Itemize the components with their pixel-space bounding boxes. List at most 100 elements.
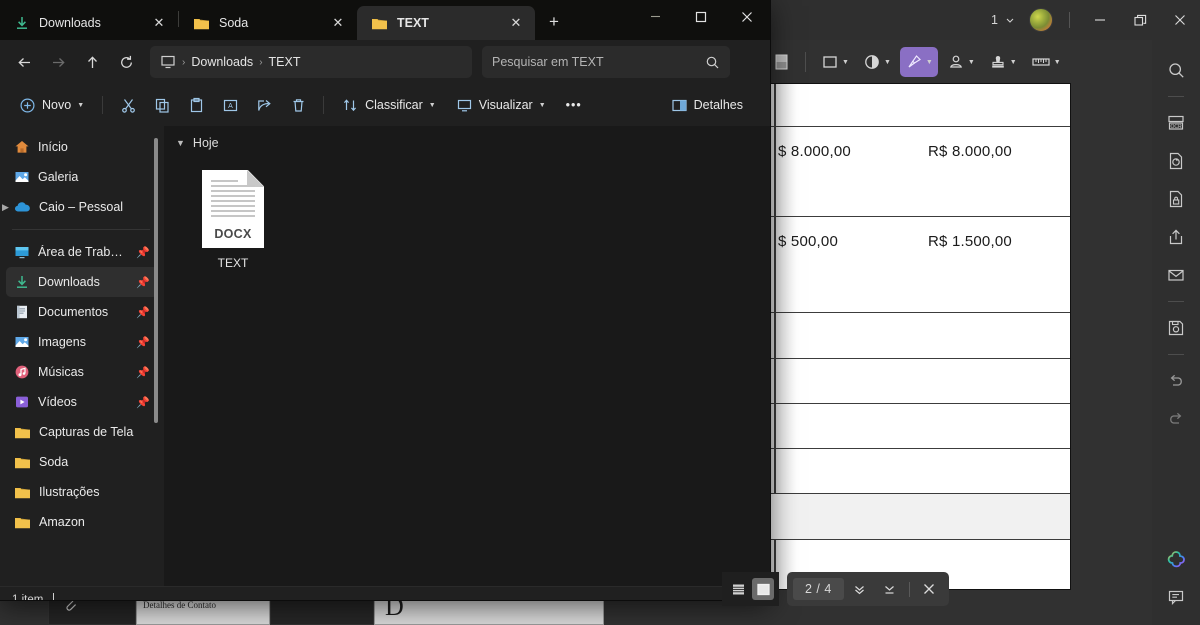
chevron-right-icon[interactable]: ▶ [2,202,9,213]
new-button[interactable]: Novo ▼ [10,90,93,120]
minimize-button[interactable] [632,0,678,33]
pin-icon[interactable]: 📌 [136,306,150,319]
search-input[interactable] [492,55,705,69]
tab-close-button[interactable]: ✕ [148,12,170,34]
sidebar-item-amazon[interactable]: Amazon [6,507,158,537]
breadcrumb-item-downloads[interactable]: Downloads [191,55,253,69]
cut-button[interactable] [112,90,144,120]
command-toolbar: Novo ▼ [0,84,770,126]
share-icon[interactable] [1158,219,1194,255]
back-button[interactable] [8,46,40,78]
new-tab-button[interactable]: + [539,7,569,37]
view-mode-group [722,572,779,606]
close-pagenav-button[interactable] [915,576,943,602]
file-name-label: TEXT [218,256,249,270]
sort-button[interactable]: Classificar ▼ [333,90,445,120]
group-header[interactable]: ▼ Hoje [164,126,770,150]
copy-button[interactable] [146,90,178,120]
refresh-button[interactable] [110,46,142,78]
forward-button[interactable] [42,46,74,78]
delete-button[interactable] [282,90,314,120]
close-icon [741,11,753,23]
up-button[interactable] [76,46,108,78]
breadcrumb-item-text[interactable]: TEXT [269,55,301,69]
pdf-shape-button[interactable]: ▼ [816,47,854,77]
sidebar-item-v-deos[interactable]: Vídeos📌 [6,387,158,417]
view-button[interactable]: Visualizar ▼ [447,90,555,120]
last-page-button[interactable] [876,576,904,602]
file-list-view[interactable]: ▼ Hoje DOCX TEXT [164,126,770,586]
search-icon[interactable] [1158,52,1194,88]
rename-button[interactable]: A [214,90,246,120]
delete-icon [290,97,307,114]
tab-downloads[interactable]: Downloads✕ [0,6,178,40]
zoom-selector[interactable]: 1 [991,13,1015,27]
search-box[interactable] [482,46,730,78]
item-count-label: 1 item [12,594,43,601]
paste-button[interactable] [180,90,212,120]
redo-icon[interactable] [1158,401,1194,437]
tab-text[interactable]: TEXT✕ [357,6,535,40]
sidebar-scrollbar[interactable] [154,138,158,423]
rename-icon: A [222,97,239,114]
sidebar-item-rea-de-trabalho[interactable]: Área de Trabalho📌 [6,237,158,267]
pdf-stamp-button[interactable]: ▼ [984,47,1022,77]
pin-icon[interactable]: 📌 [136,336,150,349]
sidebar-item-downloads[interactable]: Downloads📌 [6,267,158,297]
save-icon[interactable] [1158,310,1194,346]
breadcrumb[interactable]: › Downloads › TEXT [150,46,472,78]
copilot-icon[interactable] [1158,541,1194,577]
pin-icon[interactable]: 📌 [136,276,150,289]
pdf-measure-button[interactable]: ▼ [1026,47,1066,77]
sidebar-item-caio-pessoal[interactable]: ▶Caio – Pessoal [6,192,158,222]
divider [909,582,910,597]
sidebar-item-label: Amazon [39,515,150,529]
navigation-bar: › Downloads › TEXT [0,40,770,84]
table-row [770,312,1070,358]
pdf-restore-button[interactable] [1120,0,1160,40]
pdf-close-button[interactable] [1160,0,1200,40]
folder-icon [14,515,31,530]
convert-icon[interactable] [1158,143,1194,179]
sidebar-item-soda[interactable]: Soda [6,447,158,477]
sidebar-item-ilustra-es[interactable]: Ilustrações [6,477,158,507]
protect-icon[interactable] [1158,181,1194,217]
download-icon [14,274,30,290]
sidebar-item-m-sicas[interactable]: Músicas📌 [6,357,158,387]
folder-icon [14,515,31,530]
page-view-icon[interactable] [752,578,774,600]
pdf-page-canvas[interactable]: $ 8.000,00R$ 8.000,00$ 500,00R$ 1.500,00 [770,84,1070,589]
ocr-icon[interactable]: OCR [1158,105,1194,141]
avatar[interactable] [1029,8,1053,32]
tab-close-button[interactable]: ✕ [505,12,527,34]
pin-icon[interactable]: 📌 [136,246,150,259]
file-tile[interactable]: DOCX TEXT [186,170,280,270]
measure-icon [1031,53,1051,71]
folder-icon [14,455,31,470]
pin-icon[interactable]: 📌 [136,366,150,379]
tab-soda[interactable]: Soda✕ [179,6,357,40]
more-options-button[interactable]: ••• [557,90,591,120]
share-button[interactable] [248,90,280,120]
maximize-button[interactable] [678,0,724,33]
sidebar-item-imagens[interactable]: Imagens📌 [6,327,158,357]
undo-icon[interactable] [1158,363,1194,399]
pdf-page-layout-button[interactable] [768,47,795,77]
page-number-display[interactable]: 2 / 4 [793,578,844,600]
sidebar-item-galeria[interactable]: Galeria [6,162,158,192]
pdf-minimize-button[interactable] [1080,0,1120,40]
pin-icon[interactable]: 📌 [136,396,150,409]
sidebar-item-capturas-de-tela[interactable]: Capturas de Tela [6,417,158,447]
tab-close-button[interactable]: ✕ [327,12,349,34]
pdf-page-navigation: 2 / 4 [722,572,949,606]
sidebar-item-in-cio[interactable]: Início [6,132,158,162]
email-icon[interactable] [1158,257,1194,293]
next-page-button[interactable] [846,576,874,602]
pdf-shading-button[interactable]: ▼ [858,47,896,77]
pdf-highlighter-button[interactable]: ▼ [900,47,938,77]
list-view-icon[interactable] [727,578,749,600]
close-button[interactable] [724,0,770,33]
pdf-stamp-person-button[interactable]: ▼ [942,47,980,77]
details-pane-button[interactable]: Detalhes [662,90,752,120]
sidebar-item-documentos[interactable]: Documentos📌 [6,297,158,327]
